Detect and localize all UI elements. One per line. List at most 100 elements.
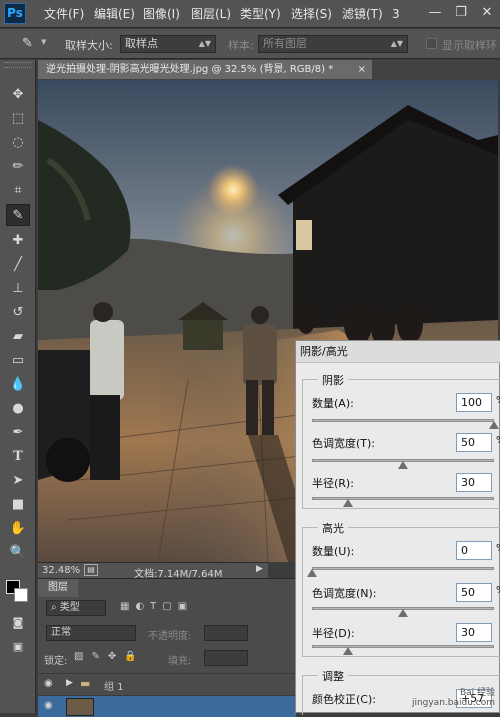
close-icon[interactable]: ✕ [476,3,498,23]
sample-size-select[interactable]: 取样点 ▲▼ [120,35,216,53]
opacity-input[interactable] [204,625,248,641]
type-tool-icon[interactable]: T [6,446,30,468]
gradient-tool-icon[interactable]: ▭ [6,350,30,372]
hand-tool-icon[interactable]: ✋ [6,518,30,540]
highlight-radius-thumb[interactable] [343,647,354,655]
status-menu-icon[interactable]: ▤ [84,564,98,576]
watermark-url: jingyan.baidu.com [411,698,495,708]
shadow-radius-thumb[interactable] [343,499,354,507]
percent-sign: % [496,395,500,406]
watermark: Bai 经验 jingyan.baidu.com [412,685,495,708]
move-tool-icon[interactable]: ✥ [6,84,30,106]
quick-select-tool-icon[interactable]: ✏ [6,156,30,178]
highlights-label: 高光 [318,520,348,536]
sample-select[interactable]: 所有图层 ▲▼ [258,35,408,53]
clone-stamp-tool-icon[interactable]: ⊥ [6,278,30,300]
restore-icon[interactable]: ❐ [450,3,472,23]
menu-filter[interactable]: 滤镜(T) [342,5,383,23]
photoshop-logo: Ps [4,3,26,24]
eyedropper-preset-icon[interactable]: ✎ [22,35,40,53]
brush-tool-icon[interactable]: ╱ [6,254,30,276]
sample-size-value: 取样点 [125,37,158,50]
expand-arrow-icon[interactable]: ▶ [66,678,73,688]
quick-mask-icon[interactable]: ◙ [6,612,30,634]
highlight-radius-slider[interactable] [312,645,494,648]
highlight-amount-slider[interactable] [312,567,494,570]
shadow-radius-slider[interactable] [312,497,494,500]
layer-thumbnail [66,698,94,716]
shadow-amount-slider[interactable] [312,419,494,422]
layer-row-background[interactable]: ◉ [38,695,296,717]
eraser-tool-icon[interactable]: ▰ [6,326,30,348]
highlight-amount-thumb[interactable] [307,569,317,577]
shadow-amount-input[interactable]: 100 [456,393,492,412]
lock-label: 锁定: [44,656,68,667]
highlight-amount-input[interactable]: 0 [456,541,492,560]
document-tab[interactable]: 逆光拍摄处理-阴影高光曝光处理.jpg @ 32.5% (背景, RGB/8) … [38,60,372,79]
menu-edit[interactable]: 编辑(E) [94,5,135,23]
highlight-tonal-input[interactable]: 50 [456,583,492,602]
status-arrow-icon[interactable]: ▶ [256,564,263,574]
pen-tool-icon[interactable]: ✒ [6,422,30,444]
blend-mode-value: 正常 [51,627,71,638]
menu-select[interactable]: 选择(S) [291,5,332,23]
menu-3d[interactable]: 3 [392,5,400,23]
chevron-down-icon: ▲▼ [390,39,403,48]
layers-tab[interactable]: 图层 [38,579,78,597]
layer-kind-filter[interactable]: ⌕ 类型 [46,600,106,616]
lasso-tool-icon[interactable]: ◌ [6,132,30,154]
background-color-swatch[interactable] [14,588,28,602]
minimize-icon[interactable]: — [424,3,446,23]
shadow-tonal-thumb[interactable] [398,461,408,469]
layer-kind-value: 类型 [59,602,80,613]
blend-mode-select[interactable]: 正常 [46,625,136,641]
visibility-eye-icon[interactable]: ◉ [44,678,53,689]
close-tab-icon[interactable]: × [358,60,366,79]
shadow-amount-thumb[interactable] [489,421,499,429]
shadow-radius-input[interactable]: 30 [456,473,492,492]
highlight-radius-input[interactable]: 30 [456,623,492,642]
healing-brush-tool-icon[interactable]: ✚ [6,230,30,252]
watermark-brand: Bai 经验 [459,688,495,698]
shadow-radius-label: 半径(R): [312,477,354,490]
menu-type[interactable]: 类型(Y) [240,5,281,23]
show-ring-checkbox[interactable] [426,38,437,49]
chevron-down-icon: ▲▼ [198,39,211,48]
zoom-level[interactable]: 32.48% [42,565,80,576]
layer-filter-icons[interactable]: ▦◐T▢▣ [120,601,193,612]
fill-input[interactable] [204,650,248,666]
color-correction-label: 颜色校正(C): [312,693,376,706]
dialog-title: 阴影/高光 [296,341,500,363]
panel-grip[interactable] [4,62,32,68]
shadow-tonal-input[interactable]: 50 [456,433,492,452]
rectangle-tool-icon[interactable]: ■ [6,494,30,516]
adjustments-label: 调整 [318,668,348,684]
crop-tool-icon[interactable]: ⌗ [6,180,30,202]
zoom-tool-icon[interactable]: 🔍 [6,542,30,564]
options-bar: ✎ ▼ 取样大小: 取样点 ▲▼ 样本: 所有图层 ▲▼ 显示取样环 [0,29,500,59]
shadow-tonal-label: 色调宽度(T): [312,437,376,450]
tools-panel: ✥ ⬚ ◌ ✏ ⌗ ✎ ✚ ╱ ⊥ ↺ ▰ ▭ 💧 ● ✒ T ➤ ■ ✋ 🔍 … [0,60,36,713]
lock-icons[interactable]: ▨✎✥🔒 [74,651,145,662]
sample-label: 样本: [228,39,254,52]
layers-panel: 图层 ⌕ 类型 ▦◐T▢▣ 正常 不透明度: 锁定: ▨✎✥🔒 填充: ◉ ▶ … [38,578,296,717]
chevron-down-icon[interactable]: ▼ [41,38,46,46]
menu-image[interactable]: 图像(I) [143,5,180,23]
highlight-tonal-thumb[interactable] [398,609,408,617]
highlight-tonal-label: 色调宽度(N): [312,587,377,600]
screen-mode-icon[interactable]: ▣ [6,636,30,658]
menu-file[interactable]: 文件(F) [44,5,84,23]
layer-row-group[interactable]: ◉ ▶ ▬ 组 1 [38,673,296,695]
marquee-tool-icon[interactable]: ⬚ [6,108,30,130]
menu-bar: Ps 文件(F) 编辑(E) 图像(I) 图层(L) 类型(Y) 选择(S) 滤… [0,0,500,28]
path-select-tool-icon[interactable]: ➤ [6,470,30,492]
visibility-eye-icon[interactable]: ◉ [44,700,53,711]
history-brush-tool-icon[interactable]: ↺ [6,302,30,324]
fill-label: 填充: [168,656,192,667]
menu-layer[interactable]: 图层(L) [191,5,231,23]
folder-icon: ▬ [80,677,91,690]
blur-tool-icon[interactable]: 💧 [6,374,30,396]
opacity-label: 不透明度: [148,631,192,642]
dodge-tool-icon[interactable]: ● [6,398,30,420]
eyedropper-tool-icon[interactable]: ✎ [6,204,30,226]
